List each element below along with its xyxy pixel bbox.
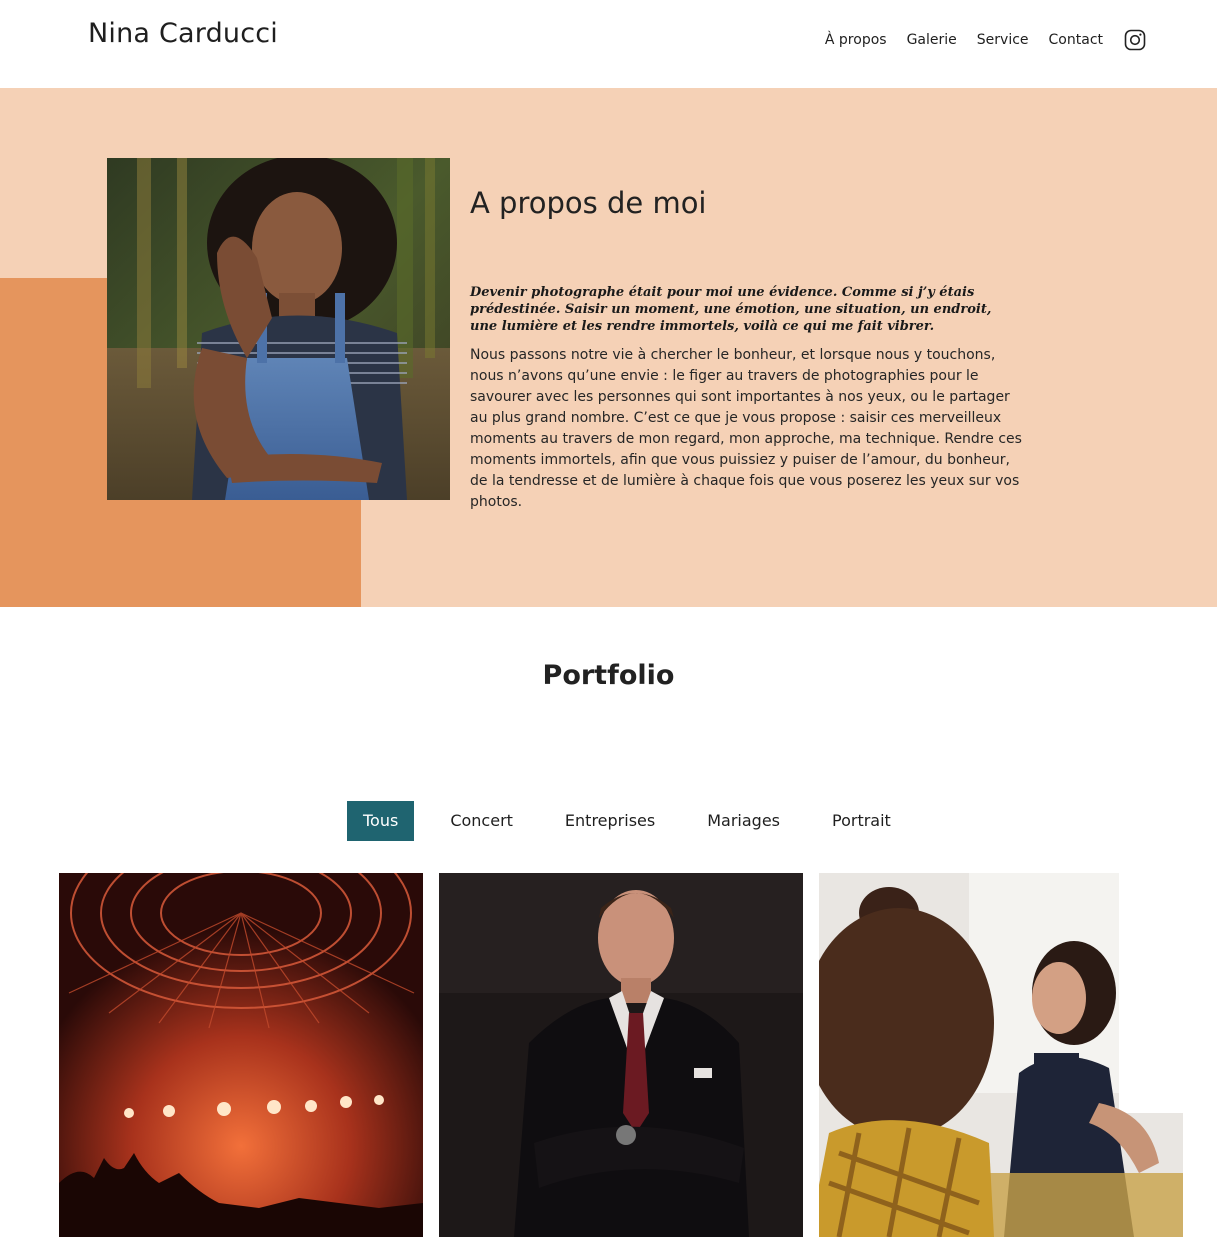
brand-name[interactable]: Nina Carducci (88, 18, 278, 49)
filter-portrait[interactable]: Portrait (816, 801, 907, 841)
filter-mariages[interactable]: Mariages (691, 801, 796, 841)
nav-link-galerie[interactable]: Galerie (907, 32, 957, 48)
portfolio-title: Portfolio (542, 660, 675, 691)
instagram-icon[interactable] (1123, 28, 1147, 52)
portfolio-filters: Tous Concert Entreprises Mariages Portra… (347, 801, 927, 841)
site-header: Nina Carducci À propos Galerie Service C… (0, 0, 1217, 88)
about-title: A propos de moi (470, 186, 707, 220)
filter-concert[interactable]: Concert (434, 801, 529, 841)
filter-tous[interactable]: Tous (347, 801, 415, 841)
portfolio-gallery (59, 873, 1183, 1237)
nav-link-a-propos[interactable]: À propos (825, 32, 887, 48)
about-portrait-photo (107, 158, 450, 500)
about-quote: Devenir photographe était pour moi une é… (470, 285, 992, 334)
nav-link-contact[interactable]: Contact (1049, 32, 1103, 48)
gallery-item-concert[interactable] (59, 873, 423, 1237)
main-nav: À propos Galerie Service Contact (825, 28, 1147, 52)
gallery-item-entreprise[interactable] (439, 873, 803, 1237)
gallery-item-entreprise-meeting[interactable] (819, 873, 1183, 1237)
nav-link-service[interactable]: Service (977, 32, 1029, 48)
about-text: Nous passons notre vie à chercher le bon… (470, 347, 1022, 510)
filter-entreprises[interactable]: Entreprises (549, 801, 671, 841)
about-section: A propos de moi Devenir photographe étai… (0, 88, 1217, 607)
